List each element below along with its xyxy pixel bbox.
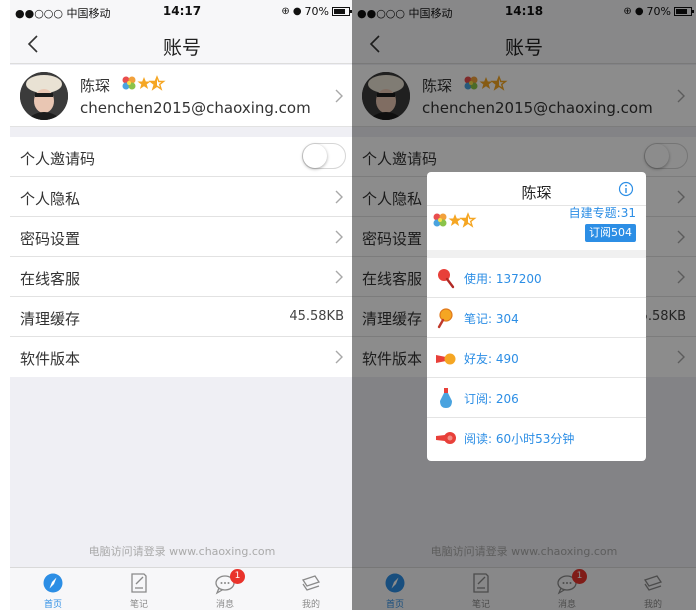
setting-label: 个人邀请码 [20, 150, 96, 168]
stat-notes: 笔记: 304 [427, 298, 646, 338]
status-bar: ●●○○○ 中国移动 14:17 ⊕ ● 70% [10, 0, 354, 24]
red-paddle-icon [438, 269, 455, 289]
bottle-icon [440, 388, 452, 408]
setting-label: 软件版本 [20, 350, 81, 368]
tab-label: 首页 [43, 600, 62, 610]
profile-popup: 陈琛 自建专题:31 订阅504 使用: 137200 笔记: 304 好友: … [427, 172, 646, 461]
setting-label: 在线客服 [20, 270, 81, 288]
toggle-knob [303, 144, 327, 168]
footer-text: 电脑访问请登录 www.chaoxing.com [88, 545, 276, 558]
stat-label: 使用: 137200 [464, 272, 542, 286]
invite-code-toggle[interactable] [302, 143, 346, 169]
chevron-right-icon [335, 190, 343, 204]
stat-friends: 好友: 490 [427, 338, 646, 378]
avatar-photo-icon [20, 72, 68, 120]
tab-home[interactable]: 首页 [10, 568, 96, 610]
shuttlecock-icon [436, 353, 456, 365]
flower-star-badge-icon [122, 75, 166, 91]
stat-label: 订阅: 206 [464, 392, 519, 406]
alarm-icon: ● [292, 6, 302, 17]
profile-row[interactable]: 陈琛 chenchen2015@chaoxing.com [10, 65, 354, 127]
setting-privacy[interactable]: 个人隐私 [10, 177, 354, 217]
setting-clear-cache[interactable]: 清理缓存 45.58KB [10, 297, 354, 337]
chevron-right-icon [335, 89, 343, 103]
popup-topic-count[interactable]: 自建专题:31 [569, 204, 636, 221]
page-title: 账号 [162, 37, 201, 59]
setting-software-version[interactable]: 软件版本 [10, 337, 354, 377]
stat-reading-time: 阅读: 60小时53分钟 [427, 418, 646, 458]
chevron-right-icon [335, 270, 343, 284]
tab-label: 我的 [301, 600, 320, 610]
avatar [20, 72, 68, 120]
setting-invite-code: 个人邀请码 [10, 137, 354, 177]
phone-screen-right: ●●○○○ 中国移动 14:18 ⊕ ● 70% 账号 陈琛 chenchen2… [352, 0, 696, 610]
phone-screen-left: ●●○○○ 中国移动 14:17 ⊕ ● 70% 账号 陈琛 chenchen2… [10, 0, 354, 610]
message-badge: 1 [230, 569, 245, 584]
note-icon [131, 573, 147, 593]
profile-email: chenchen2015@chaoxing.com [80, 99, 311, 117]
chevron-right-icon [335, 230, 343, 244]
tab-messages[interactable]: 1 消息 [182, 568, 268, 610]
stack-icon [301, 575, 321, 591]
settings-list: 个人邀请码 个人隐私 密码设置 在线客服 清理缓存 45.58KB 软件版本 [10, 137, 354, 377]
setting-label: 个人隐私 [20, 190, 81, 208]
tab-label: 笔记 [129, 600, 148, 610]
battery-icon [332, 7, 352, 16]
setting-label: 密码设置 [20, 230, 81, 248]
stat-usage: 使用: 137200 [427, 258, 646, 298]
tab-mine[interactable]: 我的 [268, 568, 354, 610]
popup-stats-list: 使用: 137200 笔记: 304 好友: 490 订阅: 206 阅读: 6… [427, 258, 646, 458]
nav-bar: 账号 [10, 24, 354, 64]
horn-icon [436, 432, 456, 444]
status-indicators: ⊕ ● 70% [281, 5, 352, 18]
setting-label: 清理缓存 [20, 310, 81, 328]
battery-percent: 70% [304, 5, 329, 18]
compass-icon [43, 573, 63, 593]
tab-bar: 首页 笔记 1 消息 我的 [10, 567, 354, 610]
setting-online-support[interactable]: 在线客服 [10, 257, 354, 297]
profile-name: 陈琛 [80, 77, 111, 95]
stat-label: 好友: 490 [464, 352, 519, 366]
cache-size-value: 45.58KB [289, 309, 344, 324]
orange-paddle-icon [437, 308, 453, 329]
popup-section-gap [427, 250, 646, 258]
info-icon[interactable] [618, 181, 634, 197]
stat-label: 阅读: 60小时53分钟 [464, 432, 575, 446]
lock-rotation-icon: ⊕ [281, 6, 290, 17]
popup-user-name: 陈琛 [521, 184, 552, 202]
flower-star-badge-icon [433, 212, 477, 228]
chevron-right-icon [335, 350, 343, 364]
stat-label: 笔记: 304 [464, 312, 519, 326]
subscribe-button[interactable]: 订阅504 [585, 224, 636, 242]
setting-password[interactable]: 密码设置 [10, 217, 354, 257]
stat-subscriptions: 订阅: 206 [427, 378, 646, 418]
tab-notes[interactable]: 笔记 [96, 568, 182, 610]
tab-label: 消息 [215, 600, 234, 610]
